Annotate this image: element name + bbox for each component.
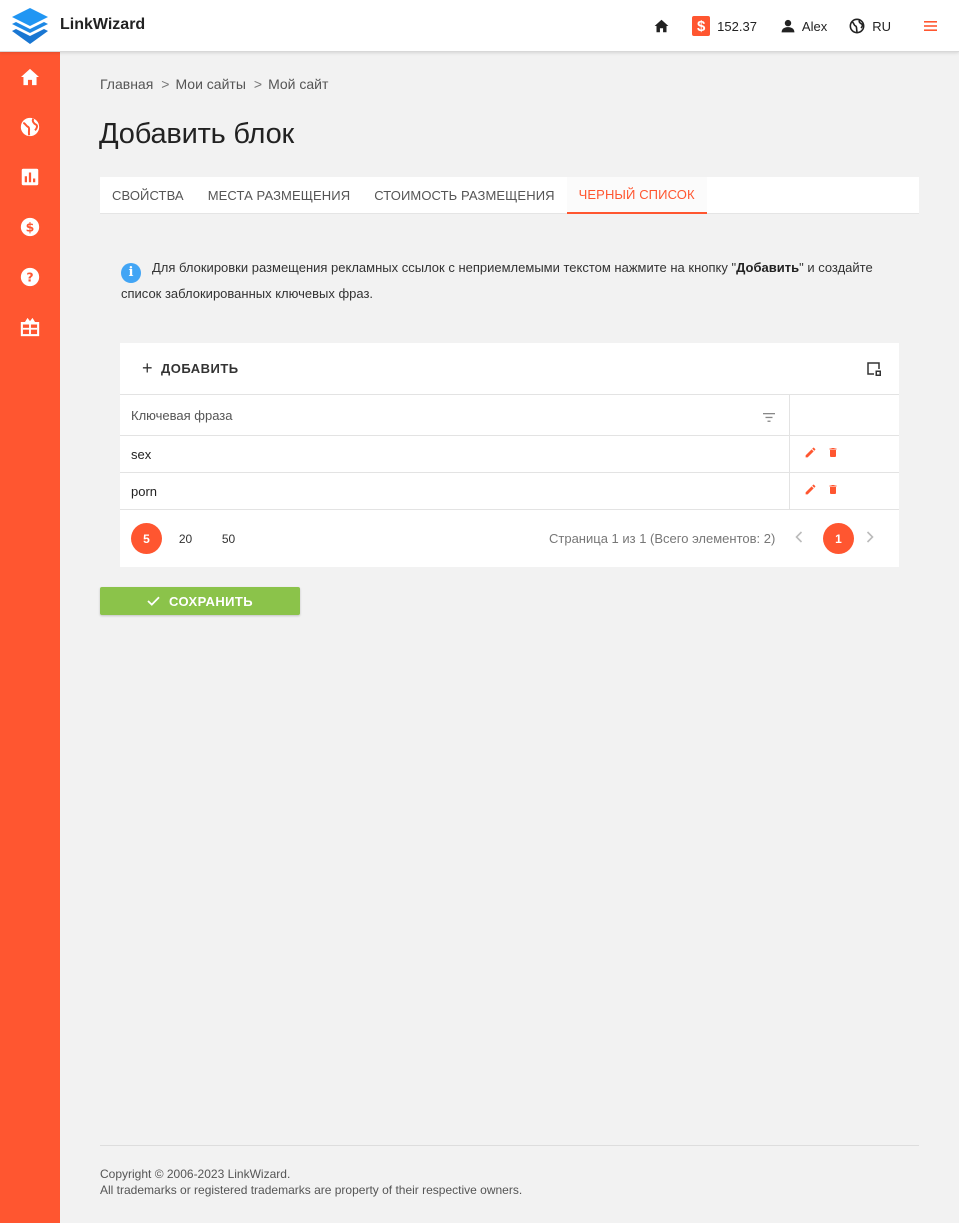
breadcrumb-separator: > [161,76,170,92]
table-header: Ключевая фраза [120,395,899,436]
language-code: RU [872,18,891,34]
user-icon [781,19,795,33]
hamburger-menu-icon [924,21,937,31]
globe-icon [20,117,40,137]
balance-amount: 152.37 [717,18,757,34]
trash-icon [829,447,837,457]
brand-name[interactable]: LinkWizard [60,16,145,34]
table-settings-button[interactable] [867,362,882,382]
table-cell-keyword: sex [120,436,790,472]
column-header-label: Ключевая фраза [131,408,233,423]
table-row: porn [120,473,899,510]
row-actions [790,436,899,473]
breadcrumb-my-sites[interactable]: Мои сайты [175,76,245,92]
page-size-50[interactable]: 50 [213,523,244,554]
check-icon [147,596,160,606]
sidebar-item-bonus[interactable] [19,316,41,338]
next-page-button[interactable] [866,530,874,548]
home-button[interactable] [654,19,669,33]
tab-placement-cost[interactable]: Стоимость размещения [362,177,566,214]
tab-blacklist[interactable]: Черный список [566,177,707,214]
add-button-label: ДОБАВИТЬ [161,360,239,376]
bar-chart-icon [21,168,39,186]
table-cell-keyword: porn [120,473,790,509]
breadcrumb-my-site: Мой сайт [268,76,329,92]
footer-copyright: Copyright © 2006-2023 LinkWizard. [100,1167,291,1181]
info-icon: i [121,263,141,283]
save-button[interactable]: СОХРАНИТЬ [100,587,300,615]
filter-button[interactable] [763,409,775,427]
home-icon [21,68,39,86]
delete-button[interactable] [827,483,839,501]
breadcrumb-separator: > [253,76,263,92]
keyword-text: sex [131,447,152,462]
column-header-actions [790,395,899,435]
footer-divider [100,1145,919,1146]
column-header-keyword[interactable]: Ключевая фраза [120,395,790,435]
footer-trademarks: All trademarks or registered trademarks … [100,1183,523,1197]
sidebar: $ ? [0,52,60,1223]
pencil-icon [805,447,816,457]
svg-text:?: ? [26,270,33,285]
table-settings-icon [867,362,881,376]
table-toolbar: + ДОБАВИТЬ [120,343,899,395]
delete-button[interactable] [827,446,839,464]
chevron-left-icon [795,531,803,543]
info-text-before: Для блокировки размещения рекламных ссыл… [152,260,732,275]
dollar-icon: $ [692,16,711,36]
page-title: Добавить блок [99,118,294,150]
info-text-bold: Добавить [736,260,800,275]
keyword-text: porn [131,484,158,499]
trash-icon [829,484,837,494]
breadcrumb: Главная > Мои сайты > Мой сайт [100,76,328,92]
info-message: i Для блокировки размещения рекламных ссы… [121,257,906,305]
sidebar-item-statistics[interactable] [19,166,41,188]
menu-button[interactable] [924,21,937,31]
help-icon: ? [20,267,40,287]
page-size-5[interactable]: 5 [131,523,162,554]
user-menu[interactable]: Alex [781,19,827,34]
edit-button[interactable] [804,446,817,464]
edit-button[interactable] [804,483,817,501]
table-row: sex [120,436,899,473]
tab-placements[interactable]: Места размещения [196,177,363,214]
pagination: 5 20 50 Страница 1 из 1 (Всего элементов… [120,510,899,566]
page-info: Страница 1 из 1 (Всего элементов: 2) [549,531,776,546]
tabs: Свойства Места размещения Стоимость разм… [100,177,919,214]
pencil-icon [805,484,816,494]
user-name: Alex [801,18,828,34]
row-actions [790,473,899,510]
sidebar-item-home[interactable] [19,66,41,88]
save-button-label: СОХРАНИТЬ [169,593,253,609]
globe-icon [849,18,865,34]
filter-icon [763,413,775,422]
page-button-current[interactable]: 1 [823,523,854,554]
breadcrumb-home[interactable]: Главная [100,76,153,92]
top-bar: LinkWizard $ 152.37 Alex RU [0,0,959,52]
logo-layers-icon[interactable] [11,6,49,46]
footer: Copyright © 2006-2023 LinkWizard. All tr… [100,1166,522,1198]
prev-page-button[interactable] [795,530,803,548]
tab-properties[interactable]: Свойства [100,177,196,214]
language-selector[interactable]: RU [849,18,891,34]
blacklist-table: + ДОБАВИТЬ Ключевая фраза sex porn 5 20 … [120,343,899,567]
home-icon [654,19,669,33]
gift-icon [20,317,40,337]
plus-icon: + [142,358,154,378]
sidebar-item-sites[interactable] [19,116,41,138]
add-button[interactable]: + ДОБАВИТЬ [142,359,239,377]
dollar-circle-icon: $ [20,217,40,237]
svg-text:$: $ [26,220,35,235]
balance[interactable]: $ 152.37 [692,16,757,36]
page-size-20[interactable]: 20 [170,523,201,554]
sidebar-item-finance[interactable]: $ [19,216,41,238]
chevron-right-icon [866,531,874,543]
sidebar-item-help[interactable]: ? [19,266,41,288]
